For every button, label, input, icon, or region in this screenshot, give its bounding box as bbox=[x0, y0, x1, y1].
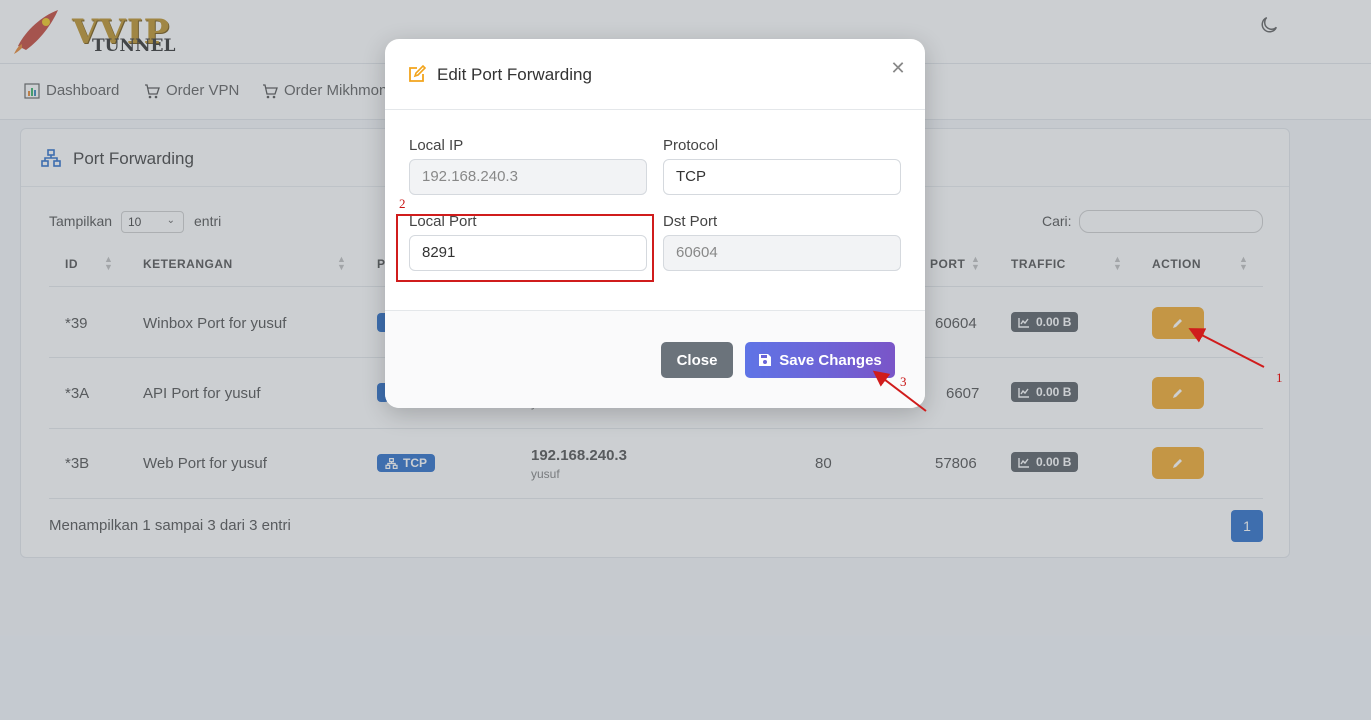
annotation-number: 1 bbox=[1276, 370, 1283, 385]
local-ip-field[interactable]: 192.168.240.3 bbox=[409, 159, 647, 195]
save-changes-button[interactable]: Save Changes bbox=[745, 342, 895, 378]
local-ip-label: Local IP bbox=[409, 137, 464, 154]
close-icon[interactable]: ✕ bbox=[889, 59, 907, 77]
modal-title: Edit Port Forwarding bbox=[437, 65, 592, 84]
edit-icon bbox=[409, 65, 426, 82]
annotation-number: 2 bbox=[399, 196, 406, 211]
save-label: Save Changes bbox=[779, 351, 882, 369]
protocol-field[interactable]: TCP bbox=[663, 159, 901, 195]
dst-port-field[interactable]: 60604 bbox=[663, 235, 901, 271]
annotation-highlight-box bbox=[396, 214, 654, 282]
modal-header: Edit Port Forwarding ✕ bbox=[385, 39, 925, 110]
close-button[interactable]: Close bbox=[661, 342, 733, 378]
protocol-label: Protocol bbox=[663, 137, 719, 154]
dst-port-label: Dst Port bbox=[663, 213, 718, 230]
annotation-number: 3 bbox=[900, 374, 907, 389]
save-icon bbox=[759, 354, 772, 366]
